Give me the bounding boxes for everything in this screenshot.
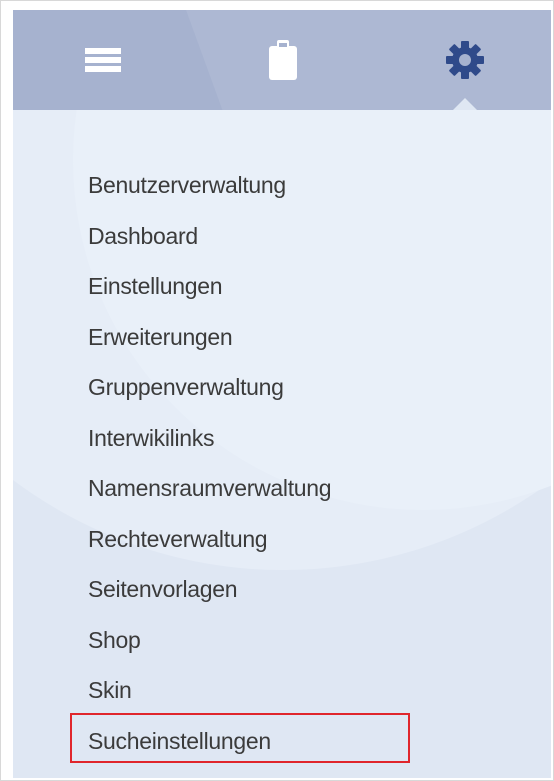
admin-menu-panel: Benutzerverwaltung Dashboard Einstellung… [13, 10, 551, 778]
menu-item-label: Namensraumverwaltung [88, 475, 332, 501]
clipboard-icon [269, 40, 297, 80]
tab-bar [13, 10, 551, 110]
menu-item-label: Interwikilinks [88, 424, 215, 451]
menu-item-rechteverwaltung[interactable]: Rechteverwaltung [13, 514, 551, 565]
active-tab-pointer [453, 98, 477, 110]
menu-icon [85, 48, 121, 72]
tab-navigation[interactable] [33, 10, 173, 110]
menu-item-skin[interactable]: Skin [13, 665, 551, 716]
menu-item-label: Benutzerverwaltung [88, 172, 286, 198]
menu-item-sucheinstellungen[interactable]: Sucheinstellungen [13, 716, 551, 767]
menu-item-label: Gruppenverwaltung [88, 374, 284, 400]
gear-icon [446, 41, 484, 79]
menu-item-label: Seitenvorlagen [88, 576, 238, 602]
tab-clipboard[interactable] [213, 10, 353, 110]
menu-item-erweiterungen[interactable]: Erweiterungen [13, 312, 551, 363]
menu-item-seitenvorlagen[interactable]: Seitenvorlagen [13, 564, 551, 615]
menu-item-label: Dashboard [88, 222, 198, 249]
menu-item-dashboard[interactable]: Dashboard [13, 211, 551, 262]
menu-item-label: Erweiterungen [88, 323, 233, 350]
menu-item-namensraumverwaltung[interactable]: Namensraumverwaltung [13, 463, 551, 514]
menu-item-label: Shop [88, 626, 141, 653]
menu-item-label: Rechteverwaltung [88, 525, 268, 552]
menu-item-label: Skin [88, 677, 132, 703]
menu-item-label: Einstellungen [88, 273, 223, 299]
screenshot-frame: Benutzerverwaltung Dashboard Einstellung… [0, 0, 554, 781]
tab-admin-settings[interactable] [395, 10, 535, 110]
menu-item-benutzerverwaltung[interactable]: Benutzerverwaltung [13, 160, 551, 211]
menu-item-interwikilinks[interactable]: Interwikilinks [13, 413, 551, 464]
menu-item-shop[interactable]: Shop [13, 615, 551, 666]
menu-item-gruppenverwaltung[interactable]: Gruppenverwaltung [13, 362, 551, 413]
admin-menu-list: Benutzerverwaltung Dashboard Einstellung… [13, 160, 551, 766]
menu-item-label: Sucheinstellungen [88, 727, 271, 754]
menu-item-einstellungen[interactable]: Einstellungen [13, 261, 551, 312]
